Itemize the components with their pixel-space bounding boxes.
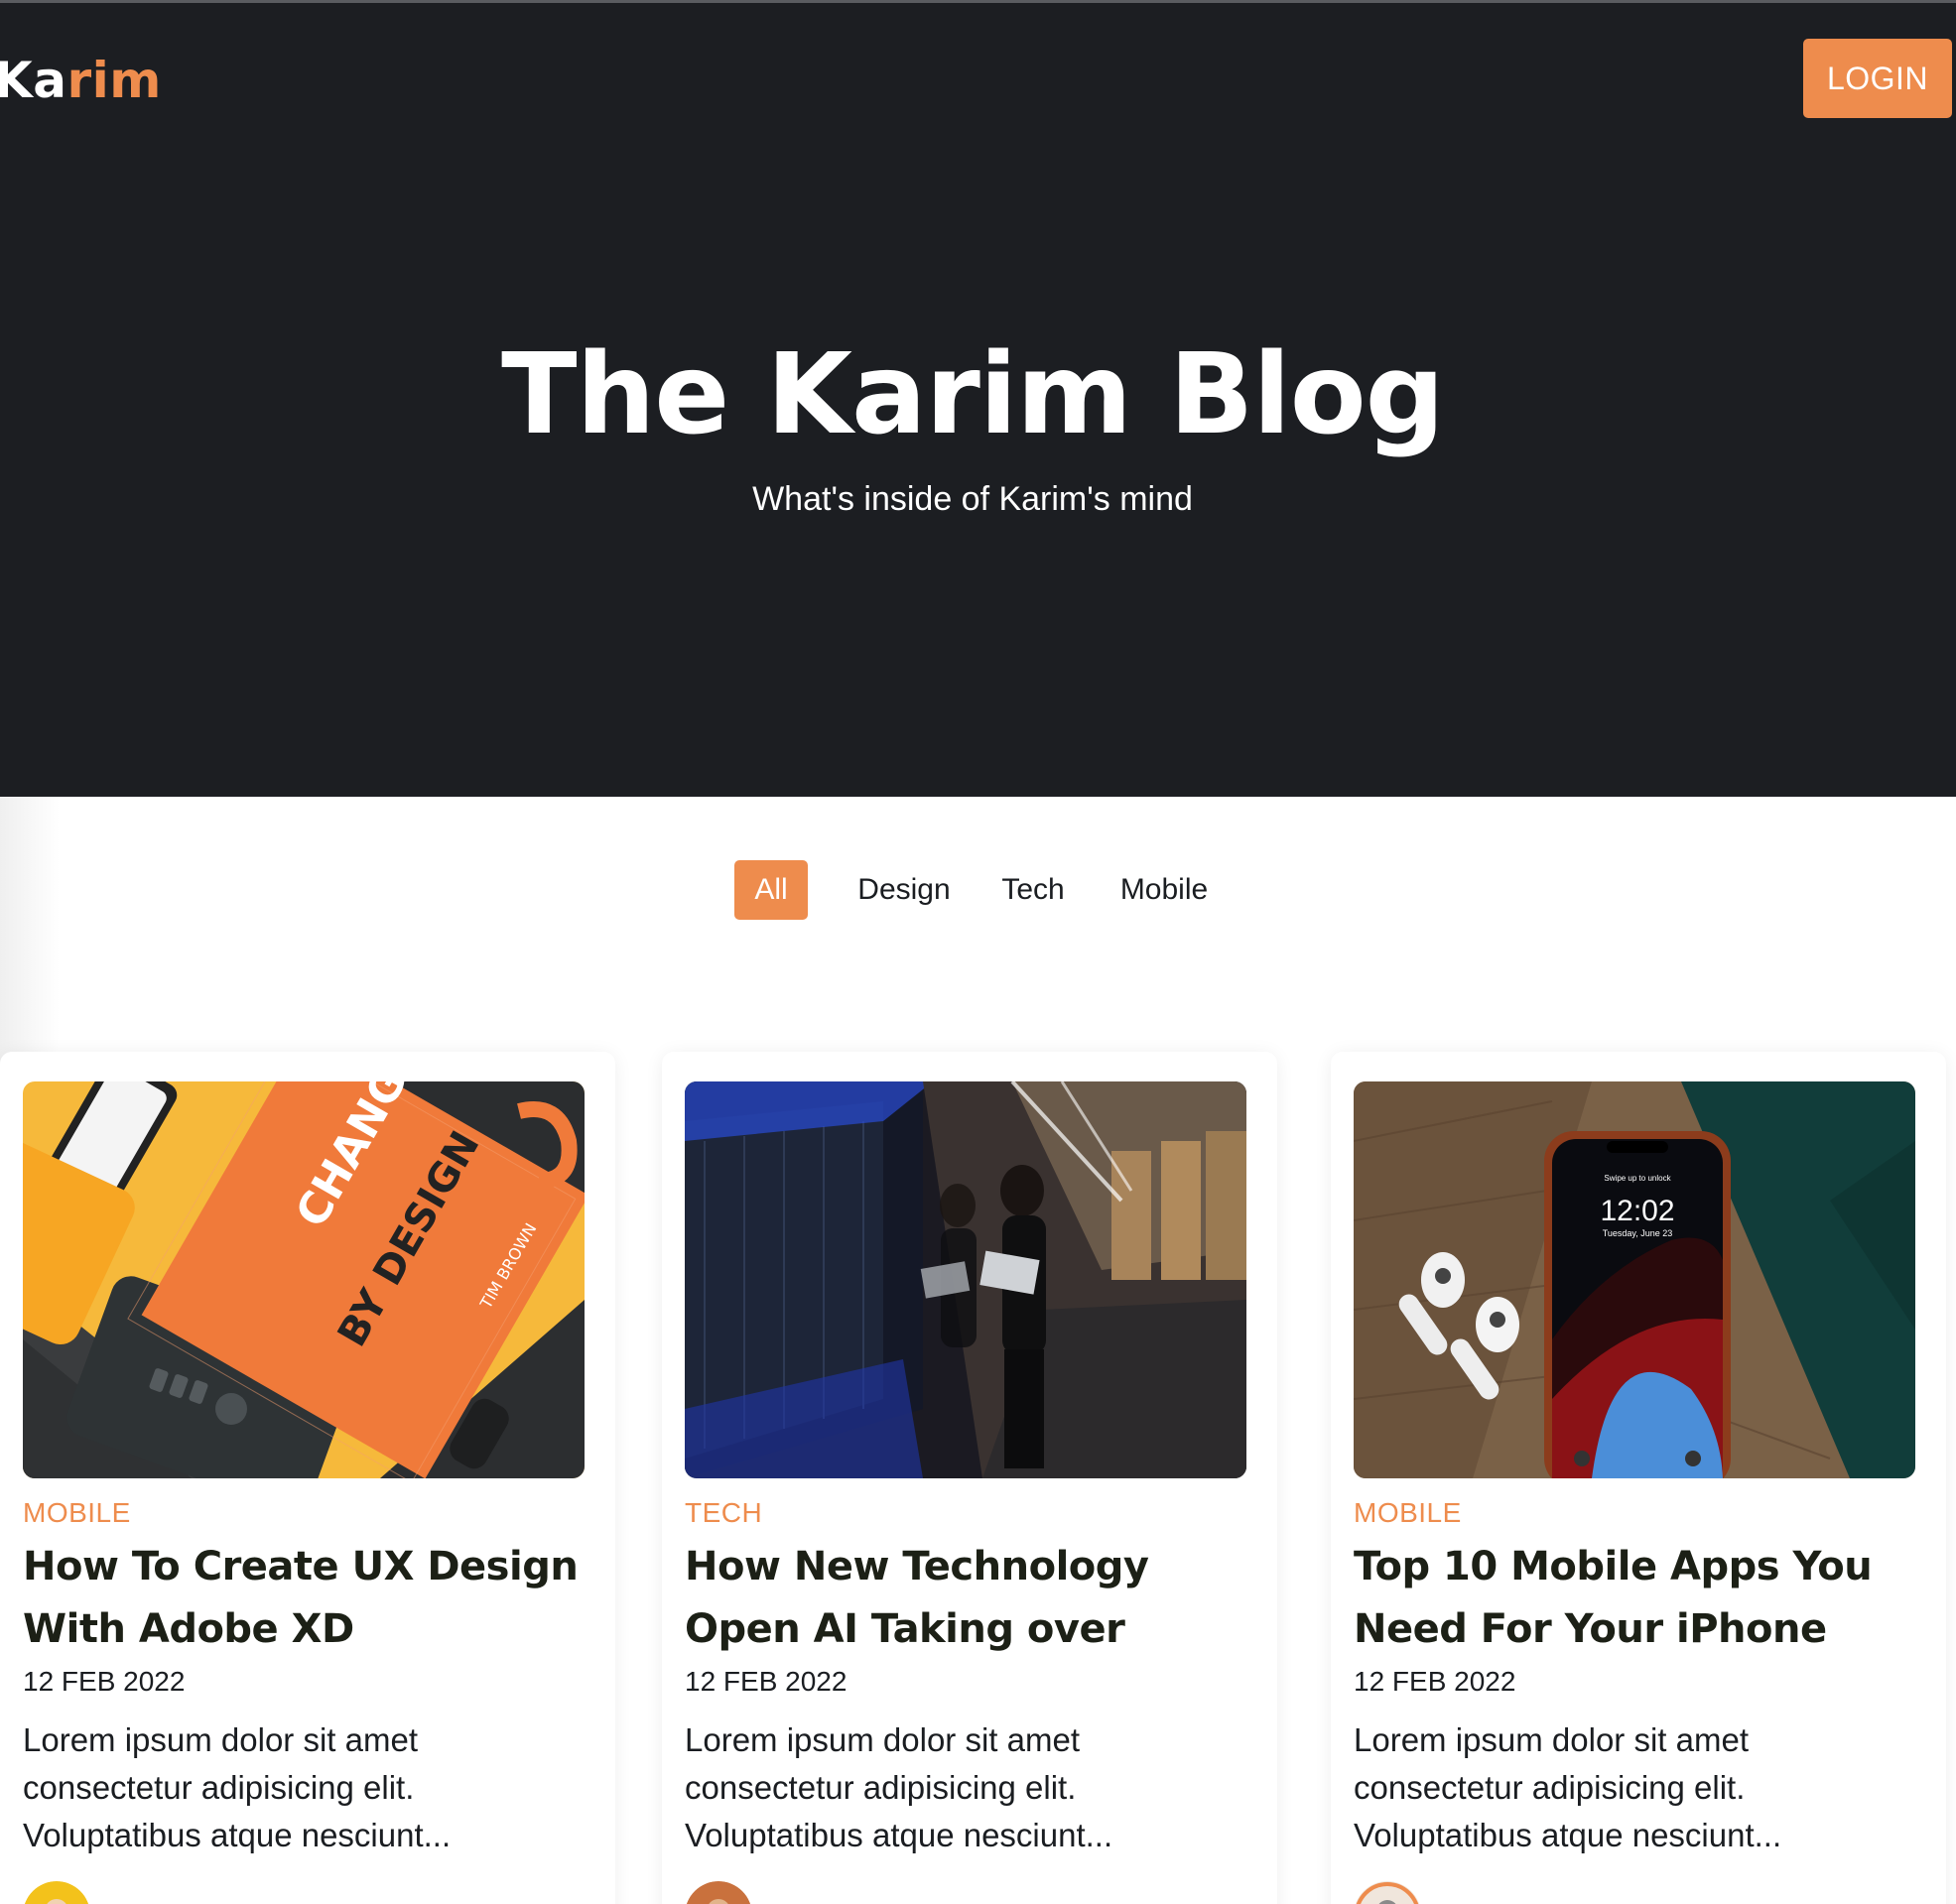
- design-book-image: CHANGE BY DESIGN TIM BROWN: [23, 1081, 585, 1478]
- post-excerpt: Lorem ipsum dolor sit amet consectetur a…: [685, 1721, 1113, 1853]
- author-avatar[interactable]: [23, 1881, 90, 1904]
- post-category[interactable]: TECH: [685, 1496, 762, 1530]
- post-card[interactable]: CHANGE BY DESIGN TIM BROWN MOBILE How To…: [0, 1052, 615, 1904]
- author-avatar-image: [1355, 1881, 1420, 1904]
- category-filter-bar: All Design Tech Mobile: [0, 860, 1956, 920]
- post-card[interactable]: Swipe up to unlock 12:02 Tuesday, June 2…: [1331, 1052, 1946, 1904]
- post-thumbnail[interactable]: Swipe up to unlock 12:02 Tuesday, June 2…: [1354, 1081, 1915, 1478]
- post-date: 12 FEB 2022: [1354, 1666, 1516, 1697]
- lockscreen-time: 12:02: [1600, 1195, 1674, 1227]
- login-button[interactable]: LOGIN: [1803, 39, 1952, 118]
- filter-tech[interactable]: Tech: [988, 860, 1078, 920]
- post-category[interactable]: MOBILE: [23, 1496, 131, 1530]
- post-date: 12 FEB 2022: [685, 1666, 848, 1697]
- hero-title: The Karim Blog: [501, 330, 1445, 459]
- server-room-image: [685, 1081, 1246, 1478]
- post-card[interactable]: TECH How New Technology Open AI Taking o…: [662, 1052, 1277, 1904]
- logo-prefix: Ka: [0, 52, 67, 109]
- post-date: 12 FEB 2022: [23, 1666, 186, 1697]
- post-excerpt: Lorem ipsum dolor sit amet consectetur a…: [23, 1721, 452, 1853]
- hero-section: Karim LOGIN The Karim Blog What's inside…: [0, 3, 1956, 797]
- lockscreen-date: Tuesday, June 23: [1603, 1228, 1673, 1238]
- filter-all[interactable]: All: [734, 860, 808, 920]
- lockscreen-unlock-text: Swipe up to unlock: [1604, 1174, 1671, 1183]
- post-thumbnail[interactable]: [685, 1081, 1246, 1478]
- site-logo[interactable]: Karim: [0, 51, 162, 110]
- post-category[interactable]: MOBILE: [1354, 1496, 1462, 1530]
- post-title[interactable]: How New Technology Open AI Taking over: [685, 1536, 1250, 1661]
- post-thumbnail[interactable]: CHANGE BY DESIGN TIM BROWN: [23, 1081, 585, 1478]
- author-avatar-image: [24, 1881, 89, 1904]
- navbar: Karim LOGIN: [0, 3, 1956, 122]
- hero-subtitle: What's inside of Karim's mind: [752, 480, 1193, 518]
- filter-design[interactable]: Design: [844, 860, 965, 920]
- author-avatar[interactable]: [1354, 1881, 1421, 1904]
- iphone-airpods-image: Swipe up to unlock 12:02 Tuesday, June 2…: [1354, 1081, 1915, 1478]
- post-excerpt: Lorem ipsum dolor sit amet consectetur a…: [1354, 1721, 1782, 1853]
- author-avatar[interactable]: [685, 1881, 752, 1904]
- post-title[interactable]: Top 10 Mobile Apps You Need For Your iPh…: [1354, 1536, 1919, 1661]
- author-avatar-image: [686, 1881, 751, 1904]
- filter-mobile[interactable]: Mobile: [1104, 860, 1225, 920]
- post-title[interactable]: How To Create UX Design With Adobe XD: [23, 1536, 588, 1661]
- logo-suffix: rim: [66, 52, 162, 109]
